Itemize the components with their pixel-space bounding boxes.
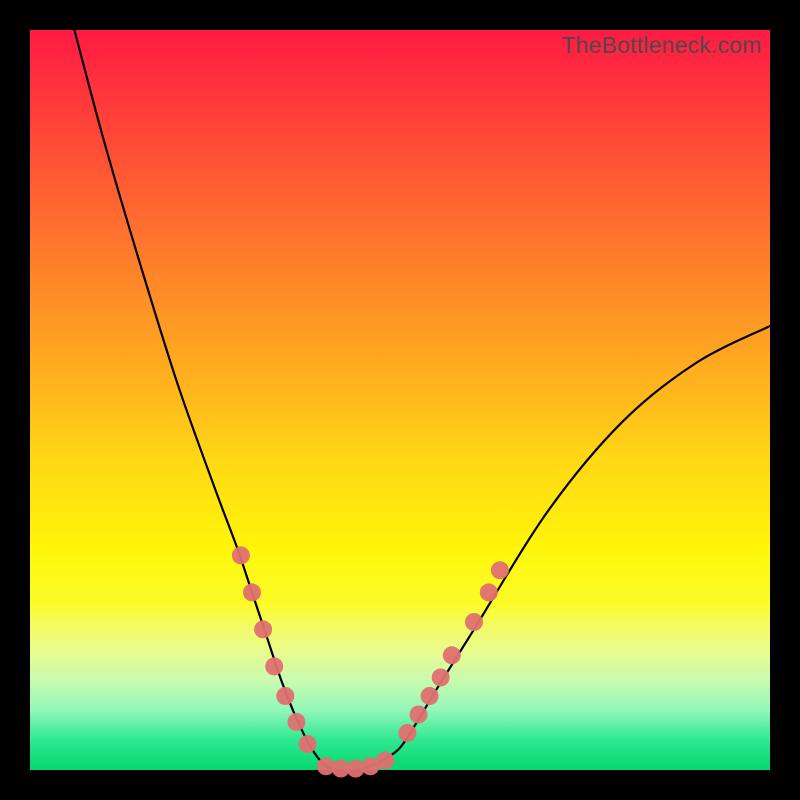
curve-marker [480,583,498,601]
curve-marker [491,561,509,579]
curve-marker [254,620,272,638]
curve-marker [265,657,283,675]
chart-svg [30,30,770,770]
curve-marker [376,751,394,769]
curve-marker [465,613,483,631]
plot-area: TheBottleneck.com [30,30,770,770]
curve-marker [421,687,439,705]
curve-marker [276,687,294,705]
curve-marker [287,713,305,731]
bottleneck-curve [74,30,770,770]
curve-marker [443,646,461,664]
marker-group [232,546,509,777]
curve-marker [232,546,250,564]
chart-container: TheBottleneck.com [0,0,800,800]
curve-marker [398,724,416,742]
curve-marker [432,669,450,687]
curve-marker [299,735,317,753]
curve-marker [243,583,261,601]
curve-marker [410,706,428,724]
